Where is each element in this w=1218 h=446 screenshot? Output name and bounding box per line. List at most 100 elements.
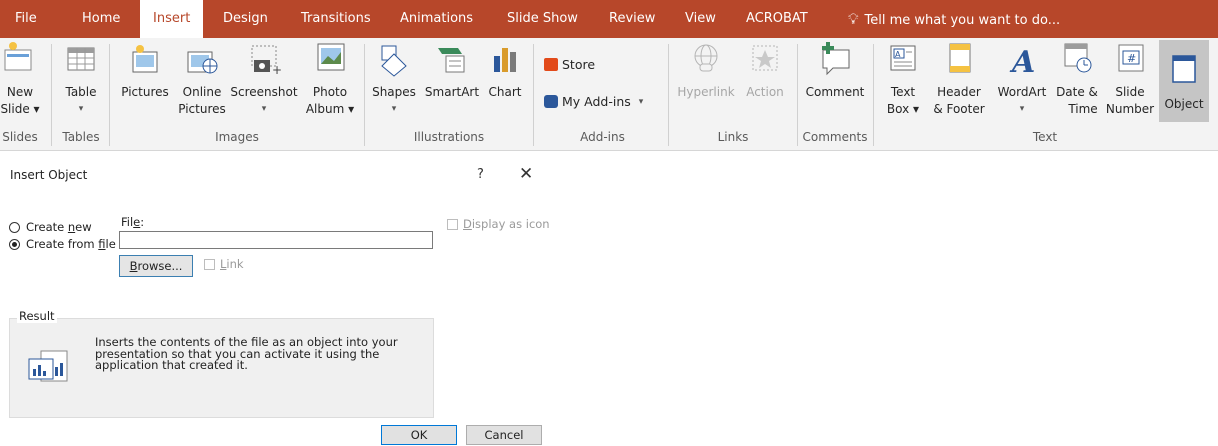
tab-home[interactable]: Home [82,0,120,38]
group-label-tables: Tables [62,130,100,144]
object-button[interactable]: Object [1159,40,1209,122]
shapes-button[interactable]: Shapes ▾ [369,40,419,115]
radio-circle [9,221,20,233]
result-label: Result [17,309,57,323]
link-checkbox-box [204,258,215,270]
tab-slide-show[interactable]: Slide Show [507,0,578,38]
slide-number-label-2: Number [1105,102,1155,116]
comment-button[interactable]: Comment [801,40,869,101]
tab-animations[interactable]: Animations [400,0,473,38]
new-slide-button[interactable]: New Slide ▾ [0,40,40,118]
tell-me-text: Tell me what you want to do... [864,13,1061,28]
tell-me-box[interactable]: 💡︎ Tell me what you want to do... [848,0,1060,38]
svg-text:#: # [1127,52,1136,65]
group-separator [873,44,874,146]
tab-transitions[interactable]: Transitions [301,0,371,38]
action-icon [745,40,785,78]
date-time-button[interactable]: Date & Time [1053,40,1101,118]
screenshot-button[interactable]: + Screenshot ▾ [228,40,300,115]
tab-view[interactable]: View [685,0,716,38]
group-label-comments: Comments [802,130,868,144]
table-icon [61,40,101,78]
screenshot-caret: ▾ [261,104,267,114]
pictures-label: Pictures [121,85,169,99]
action-button[interactable]: Action [741,40,789,101]
wordart-caret: ▾ [1019,104,1025,114]
date-time-icon [1057,40,1097,78]
group-separator [533,44,534,146]
wordart-button[interactable]: A WordArt ▾ [992,40,1052,115]
group-label-slides: Slides [2,130,38,144]
photo-album-label: Photo [312,85,348,99]
photo-album-label-2: Album ▾ [305,102,355,116]
online-pictures-button[interactable]: Online Pictures [178,40,226,118]
online-pictures-label-2: Pictures [178,102,226,116]
group-label-illustrations: Illustrations [413,130,485,144]
hyperlink-label: Hyperlink [677,85,735,99]
ok-button[interactable]: OK [381,425,457,445]
text-box-button[interactable]: A Text Box ▾ [883,40,923,118]
tab-review[interactable]: Review [609,0,655,38]
create-from-file-radio[interactable]: Create from file [9,237,116,251]
object-label: Object [1164,97,1204,111]
group-separator [51,44,52,146]
file-path-input[interactable] [119,231,433,249]
tab-file[interactable]: File [15,0,37,38]
header-footer-icon [939,40,979,78]
store-button[interactable]: Store [544,57,595,72]
display-as-icon-label: Display as icon [463,217,550,231]
comment-label: Comment [805,85,865,99]
header-footer-label-2: & Footer [933,102,985,116]
display-as-icon-checkbox[interactable]: Display as icon [447,217,550,231]
my-addins-caret: ▾ [638,96,644,107]
group-separator [797,44,798,146]
photo-album-button[interactable]: Photo Album ▾ [302,40,358,118]
chart-button[interactable]: Chart [484,40,526,101]
slide-number-label: Slide [1115,85,1145,99]
hyperlink-button[interactable]: Hyperlink [674,40,738,101]
table-caret: ▾ [78,104,84,114]
table-button[interactable]: Table ▾ [58,40,104,115]
help-button[interactable]: ? [477,167,484,182]
radio-circle-selected [9,238,20,250]
header-footer-button[interactable]: Header & Footer [928,40,990,118]
hyperlink-icon [686,40,726,78]
header-footer-label: Header [937,85,981,99]
slide-number-icon: # [1110,40,1150,78]
create-new-label: Create new [26,220,92,234]
comment-icon [815,40,855,78]
dialog-title: Insert Object [10,168,88,182]
my-addins-button[interactable]: My Add-ins ▾ [544,94,643,109]
tab-insert[interactable]: Insert [140,0,204,40]
group-label-images: Images [215,130,259,144]
svg-text:A: A [1009,45,1035,78]
store-icon [544,58,558,71]
link-checkbox[interactable]: Link [204,257,244,271]
pictures-icon [125,40,165,78]
chart-icon [485,40,525,78]
pictures-button[interactable]: Pictures [117,40,173,101]
new-slide-icon [0,40,33,78]
cancel-button[interactable]: Cancel [466,425,542,445]
my-addins-label: My Add-ins [562,94,631,109]
smartart-button[interactable]: SmartArt [421,40,483,101]
result-description: Inserts the contents of the file as an o… [95,335,398,372]
text-box-label-2: Box ▾ [886,102,920,116]
shapes-caret: ▾ [391,104,397,114]
browse-button[interactable]: Browse... [119,255,193,277]
group-separator [668,44,669,146]
close-button[interactable]: ✕ [519,164,533,184]
action-label: Action [746,85,784,99]
text-box-icon: A [883,40,923,78]
create-new-radio[interactable]: Create new [9,220,92,234]
group-label-addins: Add-ins [580,130,625,144]
shapes-icon [374,40,414,78]
svg-text:+: + [272,63,282,77]
table-label: Table [65,85,97,99]
photo-album-icon [310,40,350,78]
tab-design[interactable]: Design [223,0,268,38]
tab-acrobat[interactable]: ACROBAT [746,0,808,38]
new-slide-label-2: Slide ▾ [0,102,40,116]
slide-number-button[interactable]: # Slide Number [1104,40,1156,118]
shapes-label: Shapes [372,85,416,99]
